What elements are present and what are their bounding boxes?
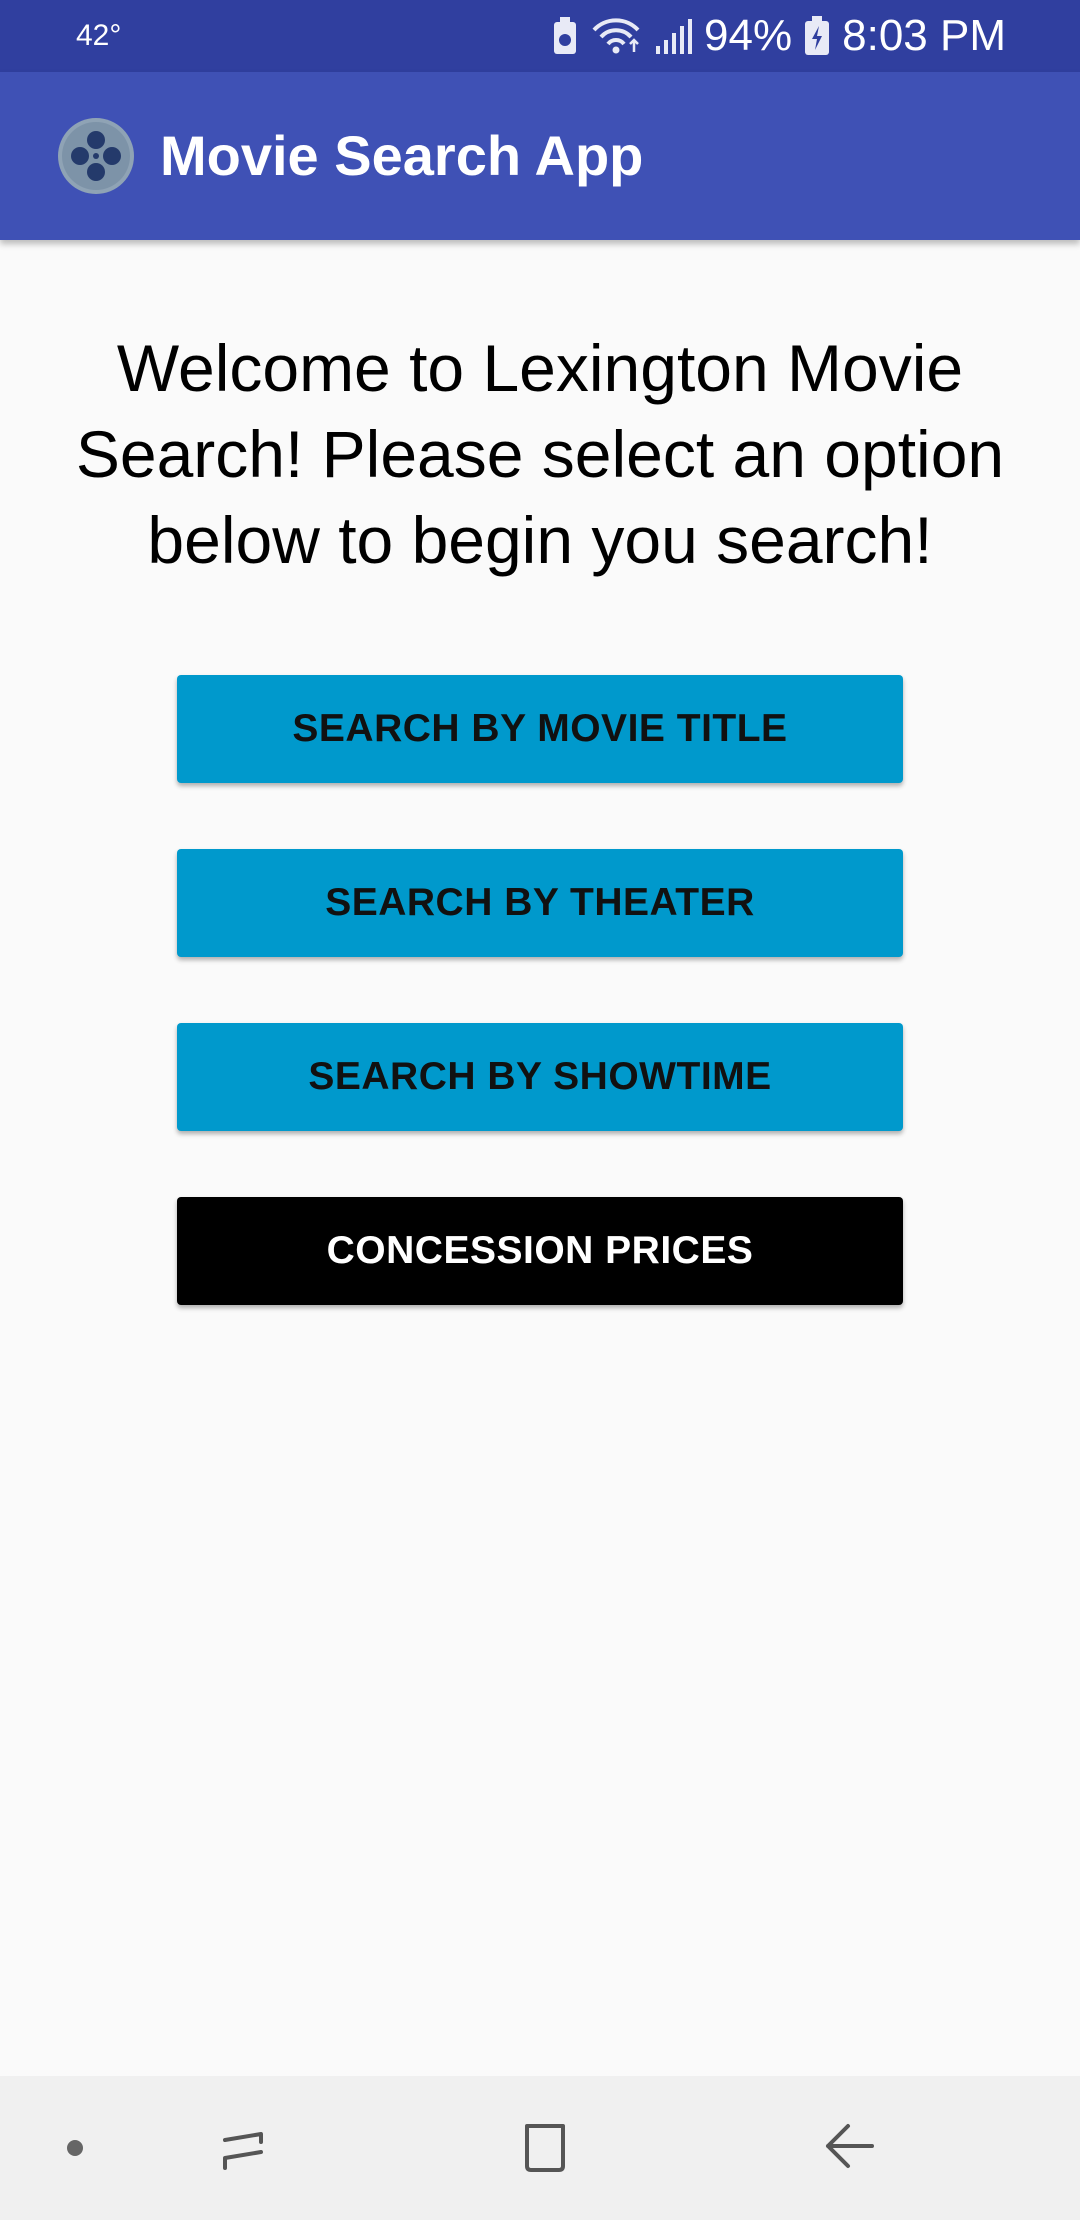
search-by-theater-button[interactable]: SEARCH BY THEATER: [177, 849, 903, 957]
app-bar: Movie Search App: [0, 72, 1080, 240]
search-by-showtime-button[interactable]: SEARCH BY SHOWTIME: [177, 1023, 903, 1131]
signal-icon: [654, 16, 693, 56]
search-by-movie-title-button[interactable]: SEARCH BY MOVIE TITLE: [177, 675, 903, 783]
concession-prices-button[interactable]: CONCESSION PRICES: [177, 1197, 903, 1305]
battery-saver-icon: [552, 16, 578, 56]
battery-charging-icon: [804, 16, 830, 56]
back-icon[interactable]: [805, 2076, 895, 2220]
status-icons: 94% 8:03 PM: [552, 0, 1006, 72]
home-icon[interactable]: [500, 2076, 590, 2220]
welcome-message: Welcome to Lexington Movie Search! Pleas…: [75, 331, 1005, 577]
recent-apps-icon[interactable]: [200, 2076, 290, 2220]
navigation-bar: [0, 2076, 1080, 2220]
film-reel-icon: [56, 116, 136, 196]
screen: 42° 94% 8:03 PM Movie Search App Welcome…: [0, 0, 1080, 2220]
temperature-text: 42°: [76, 19, 122, 52]
status-bar: 42° 94% 8:03 PM: [0, 0, 1080, 72]
wifi-icon: [590, 16, 642, 56]
app-title: Movie Search App: [160, 124, 644, 187]
battery-percent-text: 94%: [704, 11, 793, 60]
dot-icon[interactable]: [40, 2076, 110, 2220]
clock-text: 8:03 PM: [842, 11, 1006, 60]
